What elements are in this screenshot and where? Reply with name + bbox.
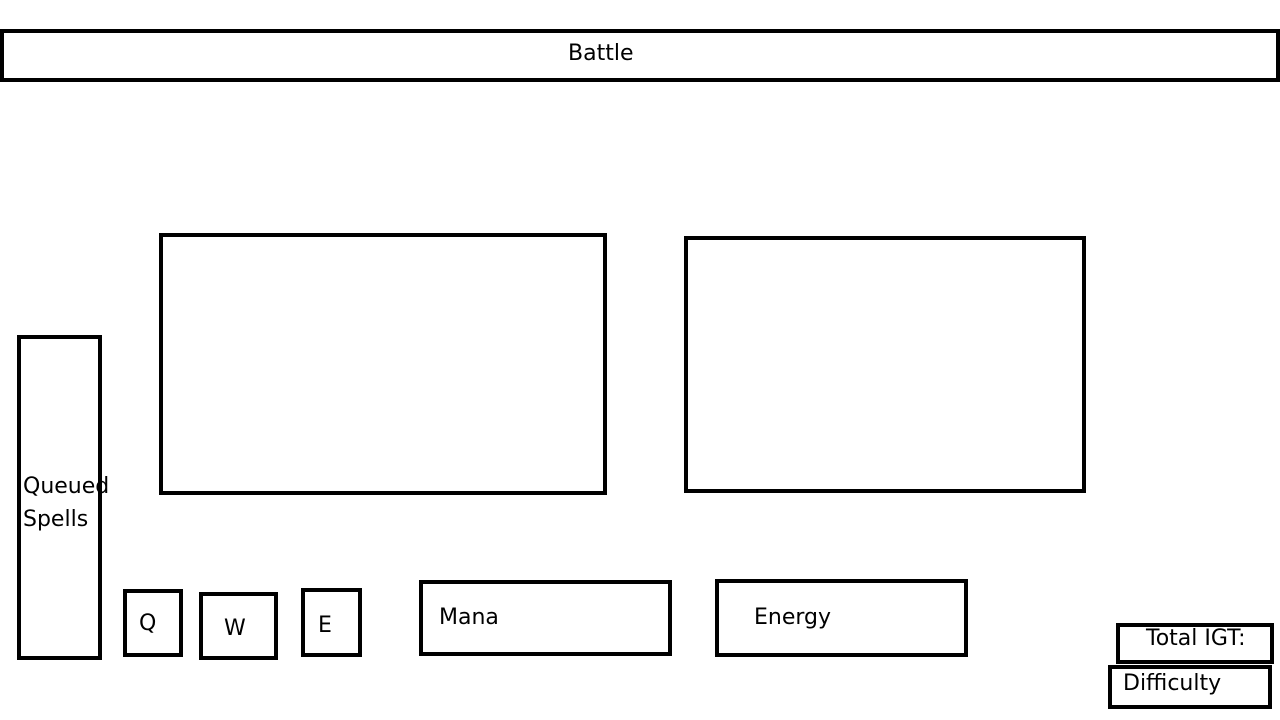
total-igt-label: Total IGT: [1146, 626, 1246, 651]
page-title: Battle [568, 41, 634, 66]
energy-bar [715, 579, 968, 657]
spell-w-label: W [224, 616, 246, 641]
enemy-panel [684, 236, 1086, 493]
title-bar [0, 29, 1280, 82]
spell-q-label: Q [139, 611, 157, 636]
spell-e-label: E [318, 613, 332, 638]
player-panel [159, 233, 607, 495]
mana-label: Mana [439, 605, 499, 630]
difficulty-label: Difficulty [1123, 671, 1222, 696]
energy-label: Energy [754, 605, 832, 630]
queued-spells-label: Queued Spells [23, 474, 110, 532]
